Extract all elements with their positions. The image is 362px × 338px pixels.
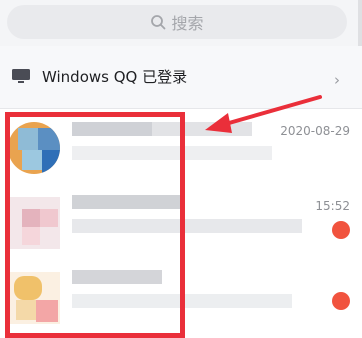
annotation-arrow (205, 95, 322, 133)
